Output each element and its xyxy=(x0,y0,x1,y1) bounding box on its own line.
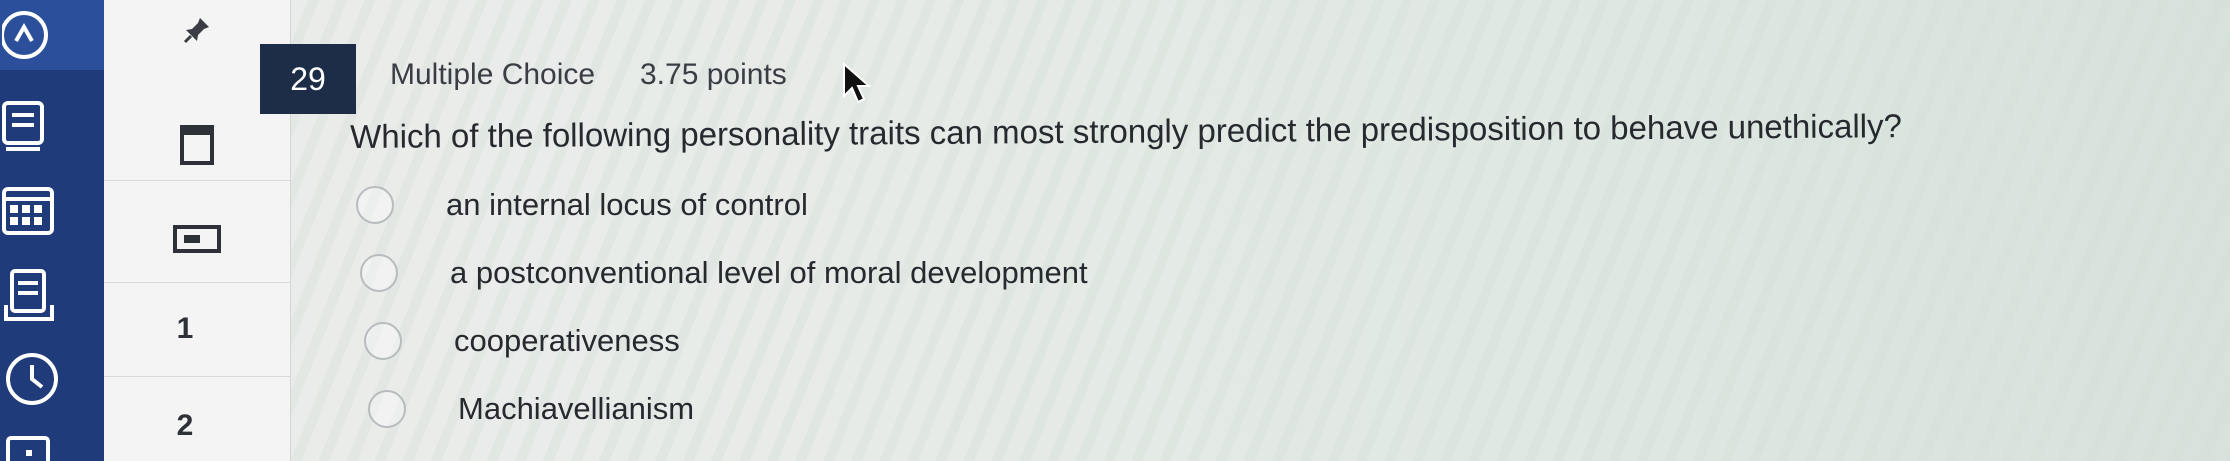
answer-option-4[interactable]: Machiavellianism xyxy=(368,390,694,428)
media-icon[interactable] xyxy=(0,428,104,461)
dashboard-icon[interactable] xyxy=(0,2,104,68)
question-item-2[interactable]: 2 xyxy=(104,376,290,461)
radio-button[interactable] xyxy=(360,254,398,292)
answer-option-1[interactable]: an internal locus of control xyxy=(356,186,808,224)
question-item-1[interactable]: 1 xyxy=(104,282,290,377)
nav-rail xyxy=(0,0,104,461)
question-item-number: 2 xyxy=(176,409,194,442)
answer-option-label: Machiavellianism xyxy=(458,391,695,426)
mouse-cursor-icon xyxy=(843,62,872,104)
question-item-number: 1 xyxy=(176,312,194,345)
question-number-badge: 29 xyxy=(260,44,356,114)
answer-option-label: cooperativeness xyxy=(454,323,680,358)
bookmark-row[interactable] xyxy=(104,110,290,181)
pin-icon[interactable] xyxy=(182,15,212,45)
answer-option-2[interactable]: a postconventional level of moral develo… xyxy=(360,254,1088,292)
question-type: Multiple Choice xyxy=(390,58,596,91)
flag-card-icon[interactable] xyxy=(172,223,222,255)
calendar-icon[interactable] xyxy=(0,178,104,244)
bookmark-icon[interactable] xyxy=(180,125,214,165)
question-points: 3.75 points xyxy=(640,58,787,91)
clock-icon[interactable] xyxy=(0,346,104,412)
answer-option-label: an internal locus of control xyxy=(446,187,808,222)
document-list-icon[interactable] xyxy=(0,262,104,328)
radio-button[interactable] xyxy=(356,186,394,224)
flag-card-row[interactable] xyxy=(104,196,290,283)
notebook-icon[interactable] xyxy=(0,92,104,158)
answer-option-3[interactable]: cooperativeness xyxy=(364,322,680,360)
question-text: Which of the following personality trait… xyxy=(350,107,1903,155)
quiz-page: 1 2 29 Multiple Choice 3.75 points Which… xyxy=(0,0,2230,461)
radio-button[interactable] xyxy=(368,390,406,428)
radio-button[interactable] xyxy=(364,322,402,360)
answer-option-label: a postconventional level of moral develo… xyxy=(450,255,1088,290)
